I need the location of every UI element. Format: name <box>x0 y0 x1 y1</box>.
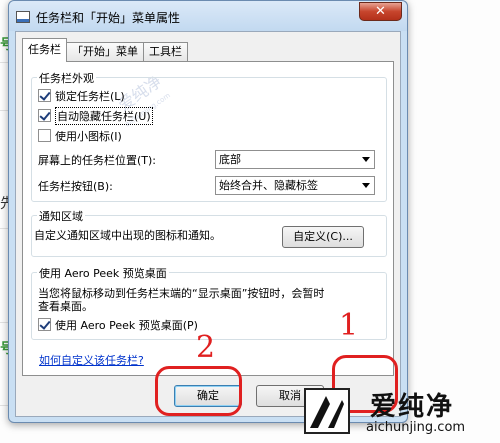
auto-hide-checkbox[interactable] <box>38 109 51 122</box>
window-title: 任务栏和「开始」菜单属性 <box>36 11 181 25</box>
aero-peek-checkbox[interactable] <box>38 318 51 331</box>
aero-peek-option[interactable]: 使用 Aero Peek 预览桌面(P) <box>38 317 198 332</box>
customize-taskbar-help-link[interactable]: 如何自定义该任务栏? <box>39 352 144 368</box>
small-icons-label: 使用小图标(I) <box>55 129 122 143</box>
buttons-value: 始终合并、隐藏标签 <box>219 179 318 192</box>
group-label: 使用 Aero Peek 预览桌面 <box>37 265 169 281</box>
aero-peek-description-line2: 查看桌面。 <box>38 300 93 313</box>
lock-taskbar-option[interactable]: 锁定任务栏(L) <box>38 88 125 103</box>
position-label: 屏幕上的任务栏位置(T): <box>38 154 157 167</box>
title-bar[interactable]: 任务栏和「开始」菜单属性 ✕ <box>9 1 407 31</box>
taskbar-appearance-group: 任务栏外观 锁定任务栏(L) 自动隐藏任务栏(U) 使用小图标(I) 屏幕上的任… <box>31 70 387 202</box>
group-label: 任务栏外观 <box>37 70 96 86</box>
tab-toolbars[interactable]: 工具栏 <box>143 42 188 62</box>
position-dropdown[interactable]: 底部 <box>215 150 375 169</box>
chevron-down-icon <box>362 183 370 188</box>
close-button[interactable]: ✕ <box>359 2 402 21</box>
position-value: 底部 <box>219 153 241 166</box>
annotation-circle-ok <box>155 366 242 416</box>
auto-hide-label: 自动隐藏任务栏(U) <box>55 106 153 125</box>
notification-description: 自定义通知区域中出现的图标和通知。 <box>34 229 221 242</box>
logo-mark-icon <box>304 388 350 434</box>
small-icons-checkbox[interactable] <box>38 129 51 142</box>
notification-area-group: 通知区域 自定义通知区域中出现的图标和通知。 自定义(C)... <box>31 208 387 257</box>
logo-name: 爱纯净 <box>370 392 455 422</box>
tab-taskbar[interactable]: 任务栏 <box>22 38 67 62</box>
tab-start-menu[interactable]: 「开始」菜单 <box>66 42 144 62</box>
annotation-number-one: 1 <box>339 308 359 343</box>
tab-strip: 任务栏 「开始」菜单 工具栏 <box>22 38 188 62</box>
customize-button[interactable]: 自定义(C)... <box>282 226 364 248</box>
taskbar-app-icon <box>16 11 30 23</box>
buttons-dropdown[interactable]: 始终合并、隐藏标签 <box>215 176 375 195</box>
auto-hide-option[interactable]: 自动隐藏任务栏(U) <box>38 106 153 125</box>
logo-url: aichunjing.com <box>366 420 466 435</box>
annotation-number-two: 2 <box>196 330 216 365</box>
buttons-label: 任务栏按钮(B): <box>38 180 113 193</box>
site-logo: 爱纯净 aichunjing.com <box>300 380 500 443</box>
lock-taskbar-label: 锁定任务栏(L) <box>55 89 125 103</box>
group-label: 通知区域 <box>37 208 85 224</box>
lock-taskbar-checkbox[interactable] <box>38 89 51 102</box>
small-icons-option[interactable]: 使用小图标(I) <box>38 128 122 143</box>
close-icon: ✕ <box>375 4 386 19</box>
chevron-down-icon <box>362 157 370 162</box>
aero-peek-label: 使用 Aero Peek 预览桌面(P) <box>55 318 198 332</box>
